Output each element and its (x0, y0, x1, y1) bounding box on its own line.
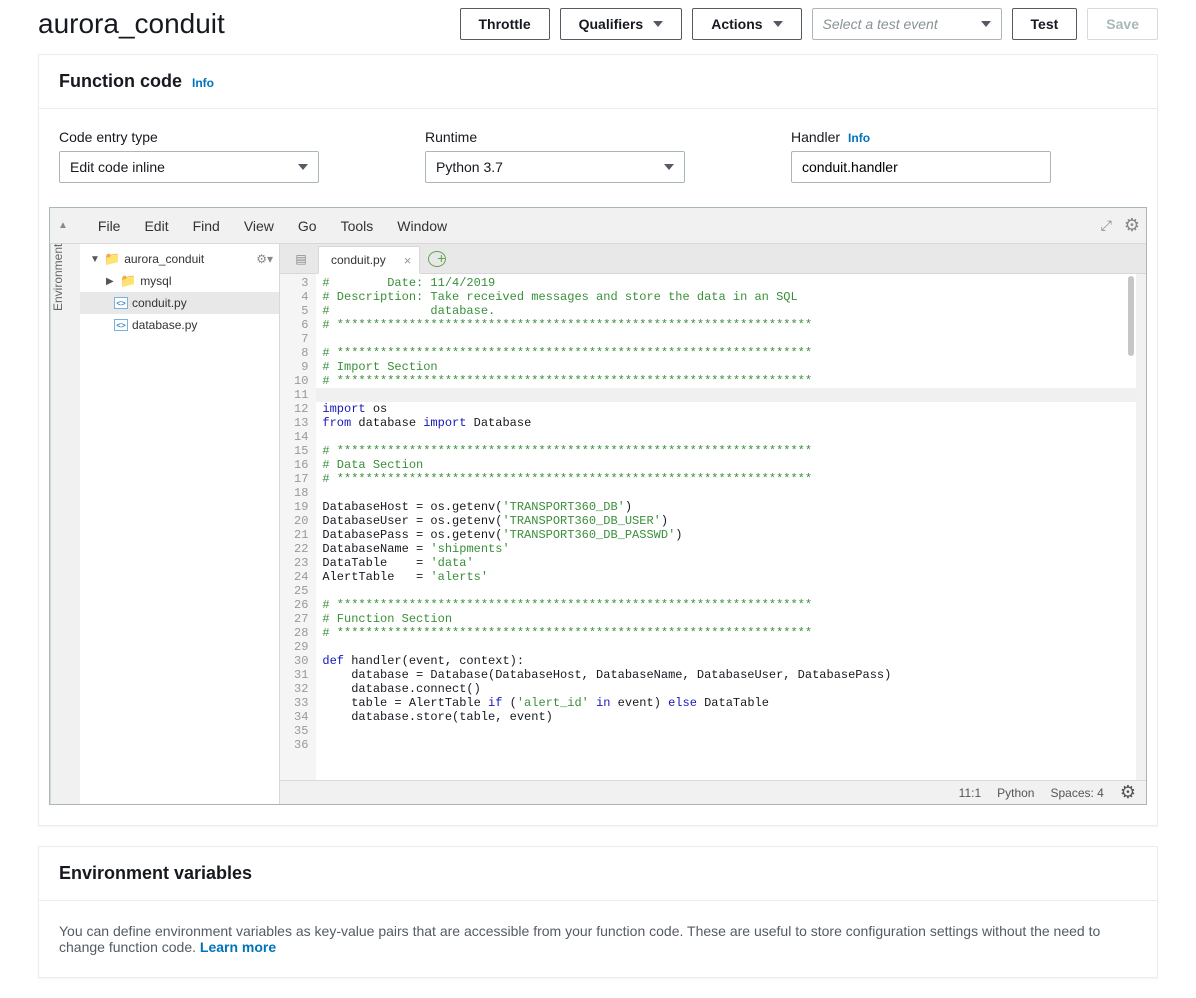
code-content[interactable]: # Date: 11/4/2019# Description: Take rec… (316, 274, 1136, 780)
runtime-select[interactable]: Python 3.7 (425, 151, 685, 183)
actions-dropdown[interactable]: Actions (692, 8, 801, 40)
editor-status-bar: 11:1 Python Spaces: 4 ⚙ (280, 780, 1146, 804)
learn-more-link[interactable]: Learn more (200, 939, 276, 955)
tree-folder-label: mysql (140, 274, 171, 288)
tree-root-label: aurora_conduit (124, 252, 204, 266)
menu-tools[interactable]: Tools (329, 218, 386, 234)
code-entry-type-value: Edit code inline (70, 159, 165, 175)
test-event-select[interactable]: Select a test event (812, 8, 1002, 40)
line-gutter: 3456789101112131415161718192021222324252… (280, 274, 316, 780)
tab-list-icon[interactable]: ▤ (288, 245, 314, 273)
tree-file-database[interactable]: <> database.py (80, 314, 279, 336)
handler-input[interactable] (802, 159, 1040, 175)
fullscreen-icon[interactable]: ⤢ (1101, 217, 1110, 234)
folder-icon: 📁 (104, 251, 120, 267)
env-vars-title: Environment variables (59, 863, 252, 884)
scrollbar-thumb[interactable] (1128, 276, 1134, 356)
runtime-label: Runtime (425, 129, 771, 145)
chevron-down-icon (653, 21, 663, 27)
file-tree: ▼ 📁 aurora_conduit ⚙▾ ▶ 📁 mysql <> condu… (80, 244, 280, 804)
menu-go[interactable]: Go (286, 218, 329, 234)
function-name-heading: aurora_conduit (38, 8, 225, 40)
language-mode[interactable]: Python (997, 786, 1034, 800)
handler-label: Handler (791, 129, 840, 145)
tab-strip: ▤ conduit.py × + (280, 244, 1146, 274)
chevron-down-icon: ▼ (90, 254, 100, 265)
menu-edit[interactable]: Edit (132, 218, 180, 234)
chevron-down-icon (773, 21, 783, 27)
test-button[interactable]: Test (1012, 8, 1078, 40)
tree-file-label: database.py (132, 318, 197, 332)
handler-info-link[interactable]: Info (848, 131, 870, 145)
gear-icon[interactable]: ⚙ (1124, 215, 1140, 236)
menu-window[interactable]: Window (385, 218, 459, 234)
handler-input-wrap (791, 151, 1051, 183)
python-file-icon: <> (114, 297, 128, 309)
info-link[interactable]: Info (192, 76, 214, 90)
test-event-placeholder: Select a test event (823, 16, 938, 32)
tab-label: conduit.py (331, 253, 386, 267)
code-viewport[interactable]: 3456789101112131415161718192021222324252… (280, 274, 1146, 780)
environment-sidebar-tab[interactable]: Environment (50, 244, 80, 804)
code-entry-type-label: Code entry type (59, 129, 405, 145)
save-button[interactable]: Save (1087, 8, 1158, 40)
new-tab-button[interactable]: + (428, 251, 446, 267)
tree-file-label: conduit.py (132, 296, 187, 310)
gear-icon[interactable]: ⚙ (1120, 782, 1136, 803)
ide-menubar: ▲ File Edit Find View Go Tools Window ⤢ … (50, 208, 1146, 244)
tree-file-conduit[interactable]: <> conduit.py (80, 292, 279, 314)
runtime-value: Python 3.7 (436, 159, 503, 175)
code-editor: ▲ File Edit Find View Go Tools Window ⤢ … (49, 207, 1147, 805)
environment-variables-panel: Environment variables You can define env… (38, 846, 1158, 978)
menu-file[interactable]: File (86, 218, 133, 234)
chevron-right-icon: ▶ (106, 276, 116, 287)
tree-root-folder[interactable]: ▼ 📁 aurora_conduit ⚙▾ (80, 248, 279, 270)
gear-icon[interactable]: ⚙▾ (256, 252, 273, 266)
close-icon[interactable]: × (404, 253, 412, 268)
chevron-down-icon (981, 21, 991, 27)
cursor-position: 11:1 (959, 786, 981, 800)
folder-icon: 📁 (120, 273, 136, 289)
python-file-icon: <> (114, 319, 128, 331)
tree-folder-mysql[interactable]: ▶ 📁 mysql (80, 270, 279, 292)
chevron-down-icon (298, 164, 308, 170)
indent-mode[interactable]: Spaces: 4 (1050, 786, 1103, 800)
actions-label: Actions (711, 16, 762, 32)
throttle-button[interactable]: Throttle (460, 8, 550, 40)
menu-find[interactable]: Find (181, 218, 232, 234)
function-code-panel: Function code Info Code entry type Edit … (38, 54, 1158, 826)
chevron-down-icon (664, 164, 674, 170)
tab-conduit[interactable]: conduit.py × (318, 246, 420, 274)
qualifiers-label: Qualifiers (579, 16, 644, 32)
qualifiers-dropdown[interactable]: Qualifiers (560, 8, 683, 40)
menu-view[interactable]: View (232, 218, 286, 234)
function-code-title: Function code (59, 71, 182, 92)
code-entry-type-select[interactable]: Edit code inline (59, 151, 319, 183)
collapse-tree-icon[interactable]: ▲ (58, 220, 68, 231)
